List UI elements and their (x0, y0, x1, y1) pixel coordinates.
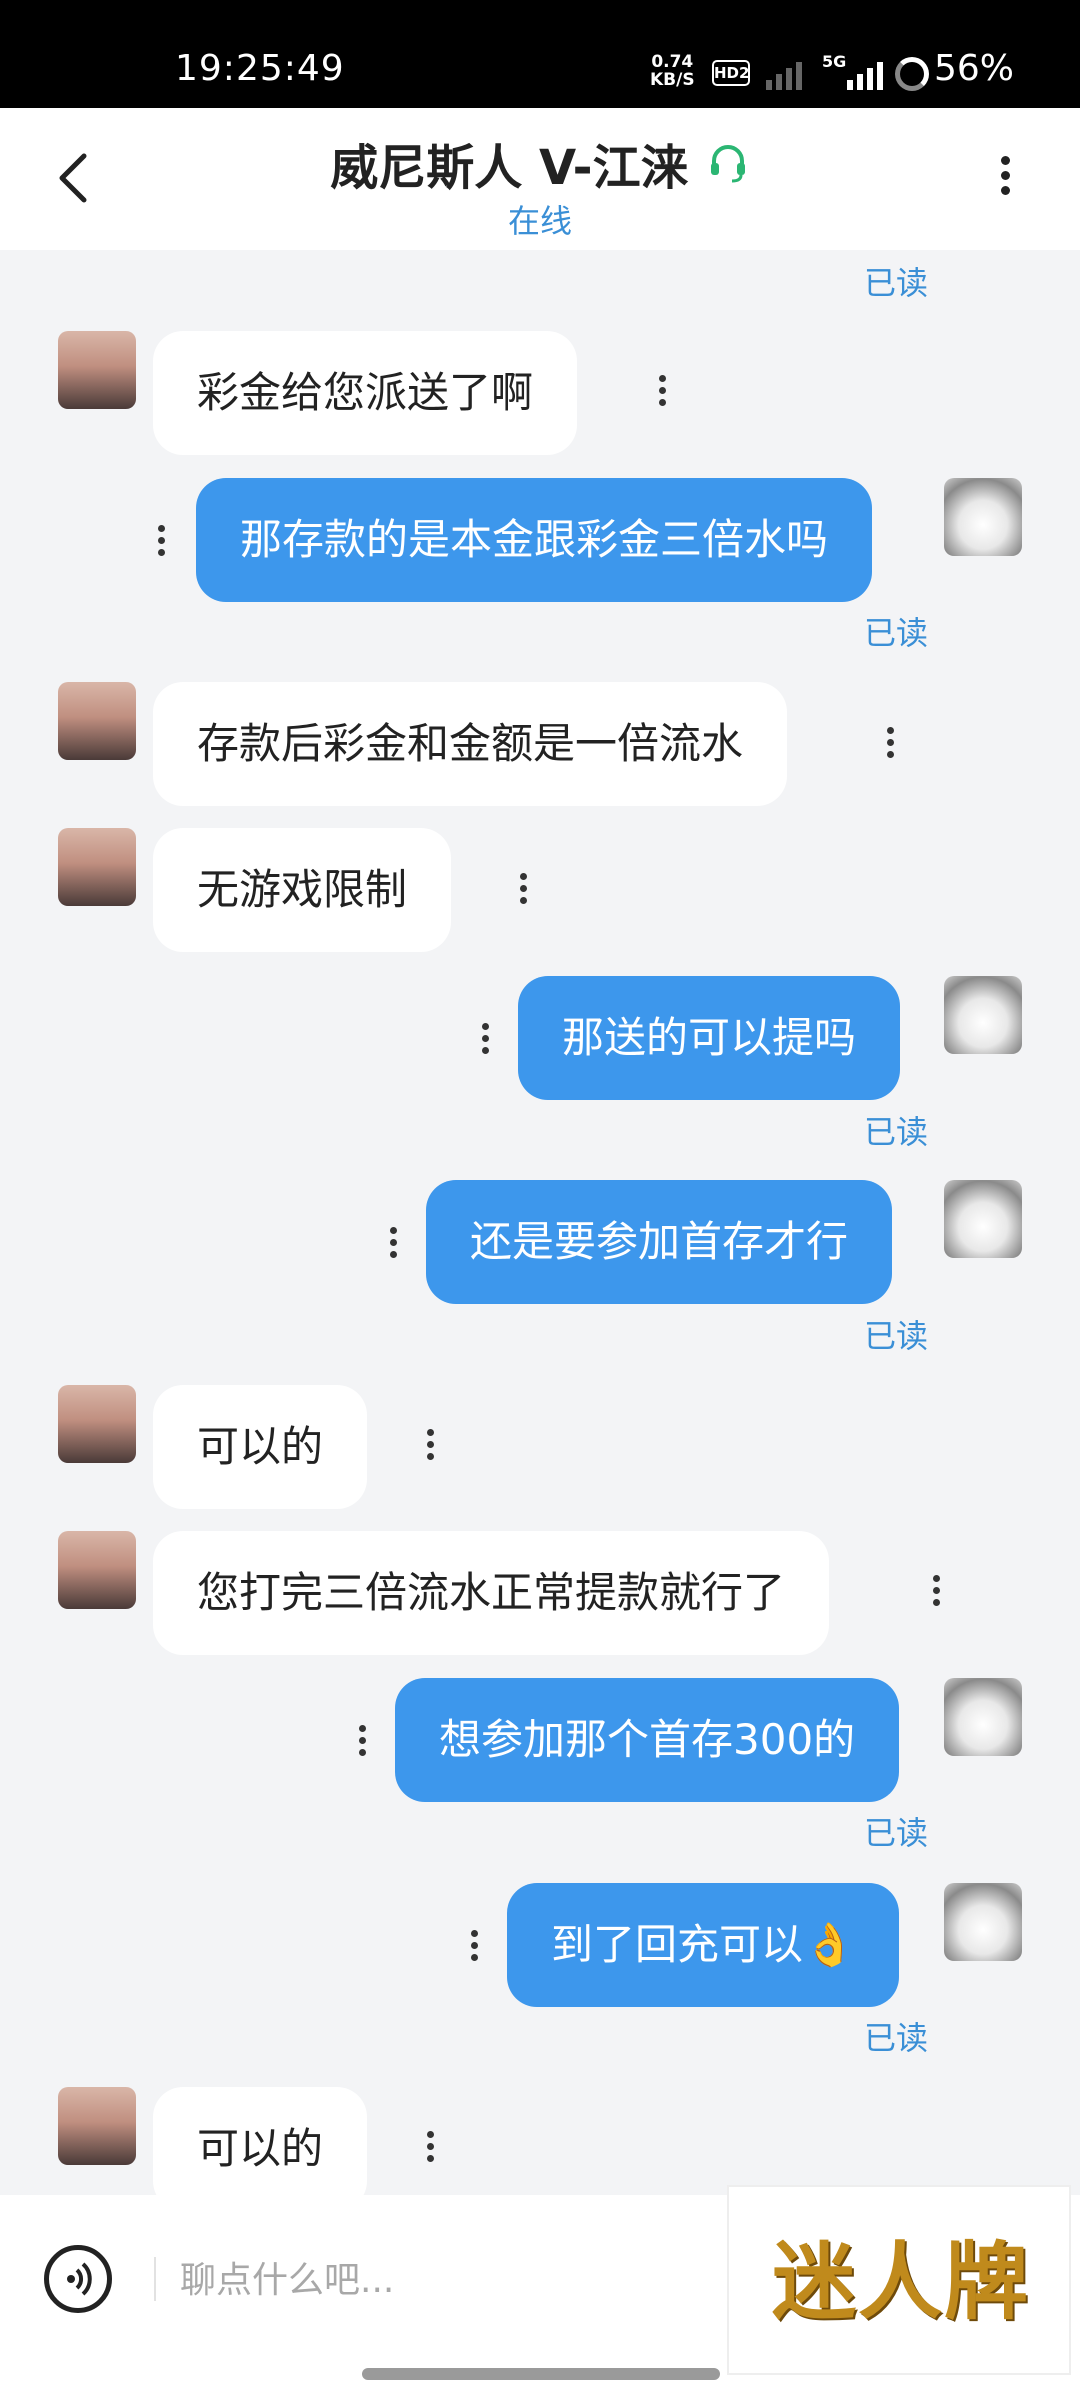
battery-level: 56% (934, 48, 1015, 89)
message-menu-icon[interactable] (513, 868, 533, 914)
message-menu-icon[interactable] (475, 1018, 495, 1064)
message-menu-icon[interactable] (420, 1424, 440, 1470)
message-menu-icon[interactable] (383, 1222, 403, 1268)
message-menu-icon[interactable] (926, 1570, 946, 1616)
user-avatar[interactable] (944, 976, 1022, 1054)
read-receipt: 已读 (863, 614, 928, 652)
user-avatar[interactable] (944, 1180, 1022, 1258)
message-bubble-out[interactable]: 那送的可以提吗 (518, 976, 901, 1100)
user-avatar[interactable] (944, 1678, 1022, 1756)
message-bubble-in[interactable]: 可以的 (153, 2087, 368, 2195)
message-menu-icon[interactable] (464, 1925, 484, 1971)
message-bubble-in[interactable]: 可以的 (153, 1385, 368, 1509)
read-receipt: 已读 (863, 2019, 928, 2057)
read-receipt: 已读 (863, 1317, 928, 1355)
headset-icon (710, 145, 745, 183)
agent-avatar[interactable] (58, 682, 136, 760)
message-menu-icon[interactable] (420, 2126, 440, 2172)
page-title: 威尼斯人 V-江涞 (330, 140, 689, 196)
watermark-logo: 迷人牌 (727, 2185, 1071, 2375)
message-bubble-out[interactable]: 到了回充可以👌 (507, 1883, 900, 2007)
hd-badge: HD2 (712, 60, 750, 86)
read-receipt: 已读 (863, 264, 928, 302)
home-indicator[interactable] (362, 2368, 720, 2380)
message-menu-icon[interactable] (652, 370, 672, 416)
voice-input-icon[interactable] (44, 2245, 112, 2313)
status-bar: 19:25:49 0.74 KB/S HD2 5G 56% (0, 0, 1080, 108)
read-receipt: 已读 (863, 1814, 928, 1852)
title-row: 威尼斯人 V-江涞 (0, 128, 1080, 198)
online-status: 在线 (507, 202, 572, 240)
message-bubble-out[interactable]: 那存款的是本金跟彩金三倍水吗 (196, 478, 873, 602)
message-bubble-in[interactable]: 无游戏限制 (153, 828, 452, 952)
watermark-text: 迷人牌 (771, 2232, 1030, 2331)
signal-icon (766, 62, 802, 90)
message-bubble-in[interactable]: 您打完三倍流水正常提款就行了 (153, 1531, 830, 1655)
read-receipt: 已读 (863, 1113, 928, 1151)
message-menu-icon[interactable] (880, 722, 900, 768)
user-avatar[interactable] (944, 1883, 1022, 1961)
status-time: 19:25:49 (175, 48, 345, 89)
agent-avatar[interactable] (58, 1385, 136, 1463)
agent-avatar[interactable] (58, 331, 136, 409)
message-bubble-out[interactable]: 还是要参加首存才行 (426, 1180, 893, 1304)
chat-header: 威尼斯人 V-江涞 在线 (0, 108, 1080, 250)
agent-avatar[interactable] (58, 1531, 136, 1609)
battery-icon (895, 57, 929, 91)
signal-icon-2 (847, 62, 883, 90)
composer-divider (154, 2257, 156, 2301)
network-speed-value: 0.74 (651, 52, 694, 72)
network-speed: 0.74 KB/S (650, 53, 695, 89)
agent-avatar[interactable] (58, 828, 136, 906)
network-speed-unit: KB/S (650, 70, 695, 90)
sound-wave-icon (67, 2262, 92, 2296)
message-bubble-in[interactable]: 存款后彩金和金额是一倍流水 (153, 682, 788, 806)
message-input[interactable] (180, 2235, 700, 2325)
user-avatar[interactable] (944, 478, 1022, 556)
network-type: 5G (822, 52, 847, 71)
message-bubble-in[interactable]: 彩金给您派送了啊 (153, 331, 578, 455)
message-bubble-out[interactable]: 想参加那个首存300的 (395, 1678, 900, 1802)
more-options-icon[interactable] (990, 150, 1020, 210)
message-menu-icon[interactable] (352, 1720, 372, 1766)
message-list[interactable]: 已读 彩金给您派送了啊 那存款的是本金跟彩金三倍水吗 已读 存款后彩金和金额是一… (0, 250, 1080, 2195)
message-menu-icon[interactable] (151, 520, 171, 566)
agent-avatar[interactable] (58, 2087, 136, 2165)
